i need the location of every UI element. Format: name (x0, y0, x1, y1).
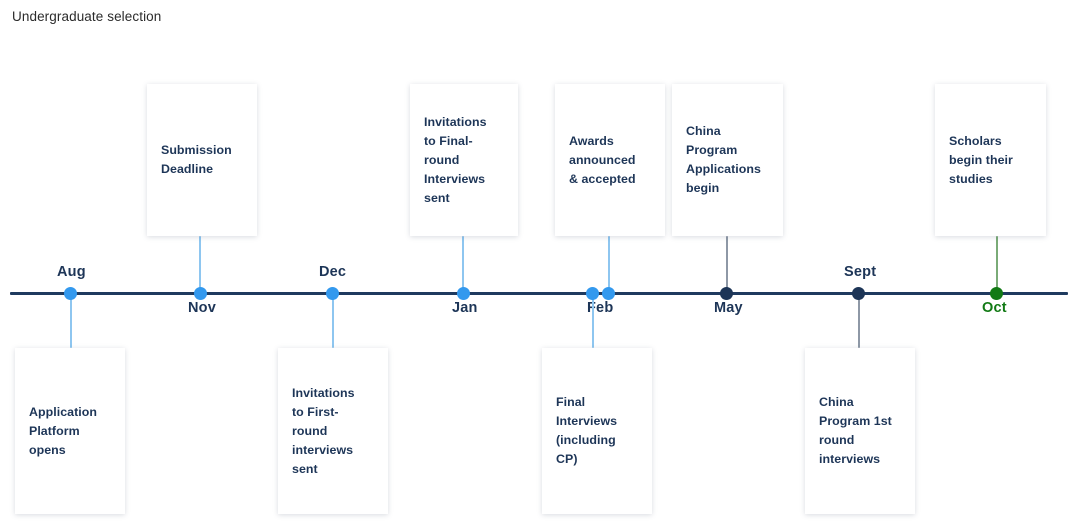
connector-jan (462, 236, 464, 292)
event-card-scholars-begin-studies: Scholars begin their studies (935, 84, 1046, 236)
timeline-dot-nov[interactable] (194, 287, 207, 300)
month-label-aug: Aug (57, 264, 86, 280)
timeline-dot-feb-a[interactable] (586, 287, 599, 300)
month-label-may: May (714, 300, 743, 316)
event-card-text: Invitations to First- round interviews s… (292, 385, 355, 476)
event-card-text: Final Interviews (including CP) (556, 395, 618, 466)
timeline-diagram: Undergraduate selection Submission Deadl… (0, 0, 1080, 525)
connector-feb-up (608, 236, 610, 292)
page-title: Undergraduate selection (12, 9, 162, 24)
connector-feb-down (592, 293, 594, 348)
connector-may (726, 236, 728, 292)
timeline-dot-dec[interactable] (326, 287, 339, 300)
event-card-submission-deadline: Submission Deadline (147, 84, 257, 236)
event-card-text: Invitations to Final- round Interviews s… (424, 114, 487, 205)
timeline-dot-aug[interactable] (64, 287, 77, 300)
timeline-dot-may[interactable] (720, 287, 733, 300)
connector-dec (332, 293, 334, 348)
event-card-text: Submission Deadline (161, 143, 232, 176)
event-card-china-program-first-round: China Program 1st round interviews (805, 348, 915, 514)
month-label-jan: Jan (452, 300, 478, 316)
timeline-dot-jan[interactable] (457, 287, 470, 300)
month-label-dec: Dec (319, 264, 347, 280)
connector-oct (996, 236, 998, 292)
timeline-dot-sept[interactable] (852, 287, 865, 300)
month-label-feb: Feb (587, 300, 614, 316)
connector-aug (70, 293, 72, 348)
event-card-china-program-applications: China Program Applications begin (672, 84, 783, 236)
event-card-text: Application Platform opens (29, 404, 98, 457)
event-card-text: China Program Applications begin (686, 124, 761, 195)
month-label-sept: Sept (844, 264, 877, 280)
month-label-oct: Oct (982, 300, 1007, 316)
timeline-axis (10, 292, 1068, 295)
event-card-final-round-invitations: Invitations to Final- round Interviews s… (410, 84, 518, 236)
event-card-text: Scholars begin their studies (949, 133, 1013, 186)
event-card-text: China Program 1st round interviews (819, 395, 892, 466)
connector-sept (858, 293, 860, 348)
connector-nov (199, 236, 201, 292)
event-card-final-interviews: Final Interviews (including CP) (542, 348, 652, 514)
event-card-awards-announced: Awards announced & accepted (555, 84, 665, 236)
event-card-first-round-invitations: Invitations to First- round interviews s… (278, 348, 388, 514)
event-card-text: Awards announced & accepted (569, 133, 636, 186)
event-card-application-platform-opens: Application Platform opens (15, 348, 125, 514)
month-label-nov: Nov (188, 300, 216, 316)
timeline-dot-oct[interactable] (990, 287, 1003, 300)
timeline-dot-feb-b[interactable] (602, 287, 615, 300)
